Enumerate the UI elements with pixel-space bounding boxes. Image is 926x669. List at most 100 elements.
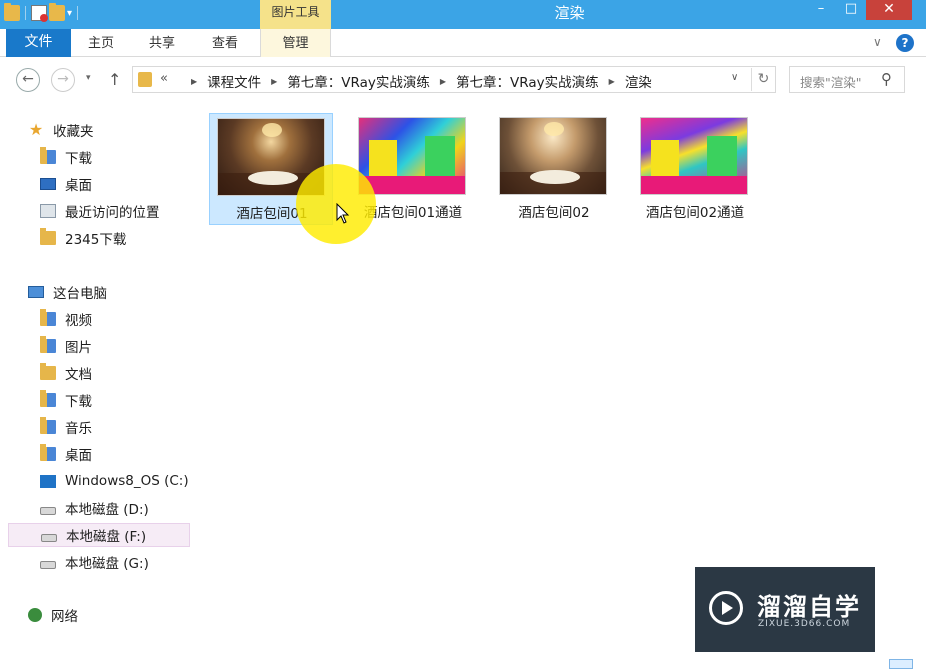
nav-label: 文档 [65, 367, 92, 383]
tab-share[interactable]: 共享 [149, 29, 175, 57]
play-logo-icon [709, 591, 743, 625]
nav-item-pictures[interactable]: 图片 [40, 334, 190, 358]
search-icon[interactable]: ⚲ [881, 70, 892, 88]
tab-manage[interactable]: 管理 [260, 29, 331, 57]
file-name: 酒店包间02 [518, 205, 590, 221]
expand-ribbon-icon[interactable]: ∨ [873, 35, 882, 49]
search-input[interactable]: 搜索"渲染" [800, 72, 862, 91]
navigation-pane: ★ 收藏夹 下载 桌面 最近访问的位置 2345下载 这台电脑 视频 图片 文档 … [0, 110, 200, 669]
breadcrumb: ▶ 课程文件 ▶ 第七章：VRay实战演练 ▶ 第七章：VRay实战演练 ▶ 渲… [181, 71, 652, 91]
channel-thumbnail [640, 117, 748, 195]
recent-places-icon [40, 204, 56, 218]
refresh-button[interactable]: ↻ [751, 68, 775, 91]
star-icon: ★ [28, 120, 44, 139]
explorer-window: ▾ 图片工具 渲染 – □ ✕ 文件 主页 共享 查看 管理 ∨ ? ← → ▾… [0, 0, 926, 669]
nav-item-videos[interactable]: 视频 [40, 307, 190, 331]
nav-item-drive-g[interactable]: 本地磁盘 (G:) [40, 550, 190, 574]
pictures-folder-icon [40, 336, 56, 353]
recent-locations-dropdown[interactable]: ▾ [86, 73, 91, 83]
nav-item-desktop[interactable]: 桌面 [40, 172, 190, 196]
breadcrumb-item[interactable]: 第七章：VRay实战演练 [456, 71, 599, 91]
maximize-button[interactable]: □ [836, 0, 866, 20]
nav-label: 视频 [65, 313, 92, 329]
tab-view[interactable]: 查看 [212, 29, 238, 57]
nav-item-2345-downloads[interactable]: 2345下载 [40, 226, 190, 250]
minimize-button[interactable]: – [806, 0, 836, 20]
nav-item-documents[interactable]: 文档 [40, 361, 190, 385]
nav-item-desktop-pc[interactable]: 桌面 [40, 442, 190, 466]
nav-label: 2345下载 [65, 232, 127, 248]
mouse-cursor-icon [336, 203, 350, 224]
breadcrumb-separator-icon[interactable]: ▶ [609, 77, 615, 86]
nav-label: 这台电脑 [53, 286, 107, 302]
watermark-logo: 溜溜自学 ZIXUE.3D66.COM [695, 567, 875, 652]
file-name: 酒店包间02通道 [645, 205, 745, 221]
ribbon-tabs: 文件 主页 共享 查看 管理 ∨ ? [0, 29, 926, 57]
drive-icon [40, 506, 56, 515]
nav-network[interactable]: 网络 [28, 603, 178, 627]
back-button[interactable]: ← [16, 68, 40, 92]
desktop-icon [40, 178, 56, 190]
music-folder-icon [40, 417, 56, 434]
nav-this-pc[interactable]: 这台电脑 [28, 280, 178, 304]
title-bar[interactable]: ▾ 图片工具 渲染 – □ ✕ [0, 0, 926, 29]
window-title: 渲染 [554, 4, 585, 22]
computer-icon [28, 286, 44, 298]
channel-thumbnail [358, 117, 466, 195]
up-button[interactable]: ↑ [108, 70, 121, 89]
videos-folder-icon [40, 309, 56, 326]
nav-label: 本地磁盘 (F:) [66, 529, 147, 545]
nav-label: 网络 [51, 609, 78, 625]
nav-favorites[interactable]: ★ 收藏夹 [28, 118, 178, 142]
nav-item-downloads[interactable]: 下载 [40, 145, 190, 169]
nav-label: 下载 [65, 151, 92, 167]
nav-label: 下载 [65, 394, 92, 410]
download-folder-icon [40, 390, 56, 407]
breadcrumb-separator-icon[interactable]: ▶ [271, 77, 277, 86]
nav-item-music[interactable]: 音乐 [40, 415, 190, 439]
breadcrumb-item[interactable]: 渲染 [625, 71, 652, 91]
address-history-dropdown[interactable]: ∨ [731, 72, 738, 83]
windows-drive-icon [40, 474, 56, 488]
nav-item-drive-c[interactable]: Windows8_OS (C:) [40, 469, 190, 493]
watermark-subtitle: ZIXUE.3D66.COM [758, 619, 851, 629]
desktop-folder-icon [40, 444, 56, 461]
nav-item-drive-f[interactable]: 本地磁盘 (F:) [8, 523, 190, 547]
tab-home[interactable]: 主页 [88, 29, 114, 57]
search-box[interactable]: 搜索"渲染" ⚲ [789, 66, 905, 93]
watermark-title: 溜溜自学 [757, 593, 861, 621]
navigation-row: ← → ▾ ↑ « ▶ 课程文件 ▶ 第七章：VRay实战演练 ▶ 第七章：VR… [0, 58, 926, 103]
tab-file[interactable]: 文件 [6, 29, 71, 57]
nav-label: 本地磁盘 (G:) [65, 556, 149, 572]
nav-label: 音乐 [65, 421, 92, 437]
drive-icon [40, 560, 56, 569]
help-icon[interactable]: ? [896, 34, 914, 52]
nav-item-recent-places[interactable]: 最近访问的位置 [40, 199, 190, 223]
file-item[interactable]: 酒店包间02通道 [633, 113, 757, 225]
nav-label: 最近访问的位置 [65, 205, 160, 221]
breadcrumb-item[interactable]: 课程文件 [207, 71, 261, 91]
nav-item-downloads-pc[interactable]: 下载 [40, 388, 190, 412]
network-icon [28, 608, 42, 622]
breadcrumb-separator-icon[interactable]: ▶ [440, 77, 446, 86]
nav-label: 本地磁盘 (D:) [65, 502, 149, 518]
address-bar[interactable]: « ▶ 课程文件 ▶ 第七章：VRay实战演练 ▶ 第七章：VRay实战演练 ▶… [132, 66, 776, 93]
nav-label: 桌面 [65, 178, 92, 194]
nav-label: 桌面 [65, 448, 92, 464]
nav-label: Windows8_OS (C:) [65, 473, 189, 489]
documents-folder-icon [40, 363, 56, 380]
nav-label: 收藏夹 [53, 124, 94, 140]
view-toggle-button[interactable] [889, 659, 913, 669]
close-button[interactable]: ✕ [866, 0, 912, 20]
download-folder-icon [40, 147, 56, 164]
address-overflow-button[interactable]: « [160, 71, 168, 86]
nav-item-drive-d[interactable]: 本地磁盘 (D:) [40, 496, 190, 520]
forward-button[interactable]: → [51, 68, 75, 92]
breadcrumb-item[interactable]: 第七章：VRay实战演练 [287, 71, 430, 91]
nav-label: 图片 [65, 340, 92, 356]
breadcrumb-separator-icon[interactable]: ▶ [191, 77, 197, 86]
folder-icon [138, 72, 152, 87]
drive-icon [41, 533, 57, 542]
file-item[interactable]: 酒店包间02 [492, 113, 616, 225]
render-thumbnail [499, 117, 607, 195]
